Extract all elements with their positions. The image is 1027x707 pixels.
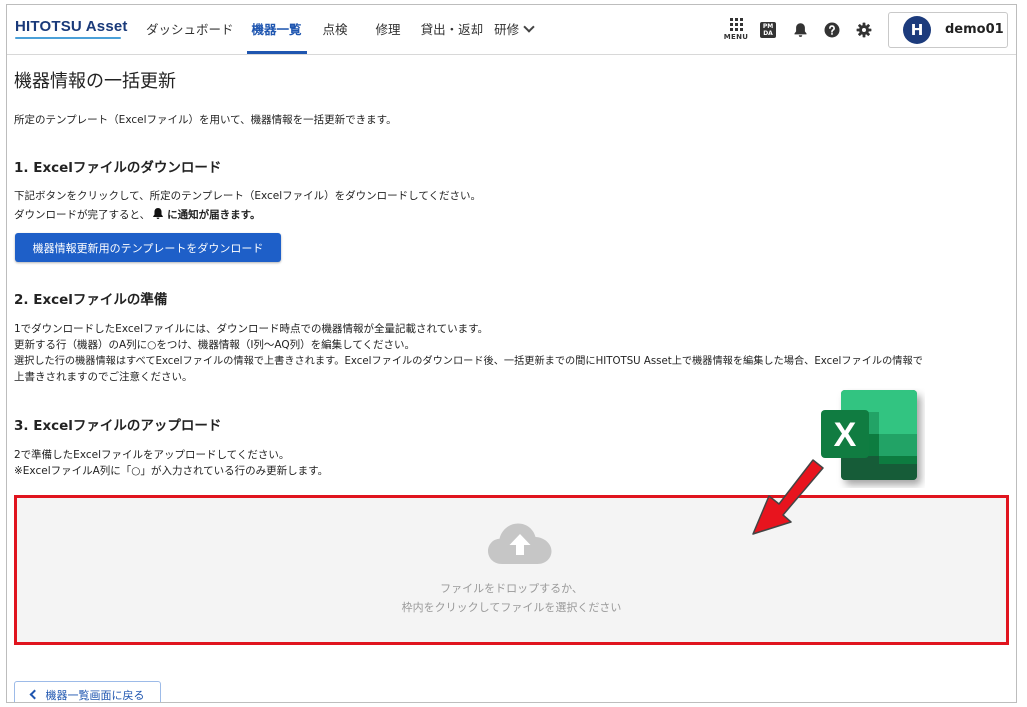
line2-prefix: ダウンロードが完了すると、 [14, 209, 151, 221]
nav-dashboard[interactable]: ダッシュボード [137, 5, 243, 54]
section-prepare-heading: 2. Excelファイルの準備 [14, 292, 168, 308]
section-upload-heading: 3. Excelファイルのアップロード [14, 418, 222, 434]
section-upload-line2: ※ExcelファイルA列に「○」が入力されている行のみ更新します。 [14, 465, 329, 477]
top-header: HITOTSU Asset ダッシュボード 機器一覧 点検 修理 貸出・返却 研… [7, 5, 1016, 55]
menu-button[interactable]: MENU [720, 12, 752, 48]
line2-suffix: に通知が届きます。 [167, 209, 261, 221]
section-prepare-line2: 更新する行（機器）のA列に○をつけ、機器情報（I列〜AQ列）を編集してください。 [14, 339, 416, 351]
nav-equipment-list[interactable]: 機器一覧 [243, 5, 311, 54]
notification-button[interactable] [784, 12, 816, 48]
download-template-button[interactable]: 機器情報更新用のテンプレートをダウンロード [15, 233, 281, 262]
dropzone-text-line2: 枠内をクリックしてファイルを選択ください [401, 601, 622, 614]
nav-inspection[interactable]: 点検 [311, 5, 362, 54]
pmda-icon-bottom: DA [763, 29, 773, 37]
section-download-line2: ダウンロードが完了すると、 に通知が届きます。 [14, 207, 261, 223]
grid-icon [729, 18, 743, 31]
user-name: demo01 [945, 22, 1004, 37]
bell-icon [794, 22, 806, 37]
help-button[interactable] [816, 12, 848, 48]
section-prepare-line3: 選択した行の機器情報はすべてExcelファイルの情報で上書きされます。Excel… [14, 356, 923, 367]
bell-icon [153, 208, 163, 220]
pmda-button[interactable]: PM DA [752, 12, 784, 48]
main-content: 機器情報の一括更新 所定のテンプレート（Excelファイル）を用いて、機器情報を… [14, 55, 1016, 702]
pmda-icon: PM DA [760, 21, 776, 38]
app-window: HITOTSU Asset ダッシュボード 機器一覧 点検 修理 貸出・返却 研… [6, 4, 1017, 703]
back-to-list-button[interactable]: 機器一覧画面に戻る [14, 681, 161, 702]
page-title: 機器情報の一括更新 [14, 71, 176, 92]
chevron-left-icon [29, 689, 39, 700]
back-button-label: 機器一覧画面に戻る [45, 688, 145, 702]
help-icon [824, 22, 840, 37]
main-nav: ダッシュボード 機器一覧 点検 修理 貸出・返却 研修 [137, 5, 542, 54]
section-upload-line1: 2で準備したExcelファイルをアップロードしてください。 [14, 449, 290, 461]
app-logo[interactable]: HITOTSU Asset [15, 18, 128, 35]
section-prepare-line4: 上書きされますのでご注意ください。 [14, 371, 193, 383]
nav-lending[interactable]: 貸出・返却 [412, 5, 488, 54]
excel-file-icon: X [821, 390, 917, 480]
chevron-down-icon [523, 21, 535, 33]
excel-icon-letter: X [834, 416, 857, 454]
nav-training[interactable]: 研修 [487, 5, 542, 54]
nav-repair[interactable]: 修理 [362, 5, 412, 54]
section-download-line1: 下記ボタンをクリックして、所定のテンプレート（Excelファイル）をダウンロード… [14, 190, 482, 202]
avatar: H [903, 15, 931, 44]
header-actions: MENU PM DA H demo01 [720, 5, 1008, 54]
dropzone-text-line1: ファイルをドロップするか、 [440, 582, 583, 595]
menu-label: MENU [723, 33, 749, 41]
gear-icon [856, 22, 872, 37]
intro-text: 所定のテンプレート（Excelファイル）を用いて、機器情報を一括更新できます。 [14, 114, 397, 126]
logo-underline [15, 37, 121, 39]
settings-button[interactable] [848, 12, 880, 48]
pmda-icon-top: PM [762, 22, 774, 30]
section-download-heading: 1. Excelファイルのダウンロード [14, 160, 222, 176]
nav-training-label: 研修 [494, 22, 520, 37]
section-prepare-line1: 1でダウンロードしたExcelファイルには、ダウンロード時点での機器情報が全量記… [14, 323, 489, 335]
red-arrow-annotation [752, 459, 824, 535]
file-dropzone[interactable]: ファイルをドロップするか、 枠内をクリックしてファイルを選択ください [14, 495, 1009, 645]
user-menu-button[interactable]: H demo01 [888, 11, 1008, 48]
cloud-upload-icon [488, 523, 552, 564]
